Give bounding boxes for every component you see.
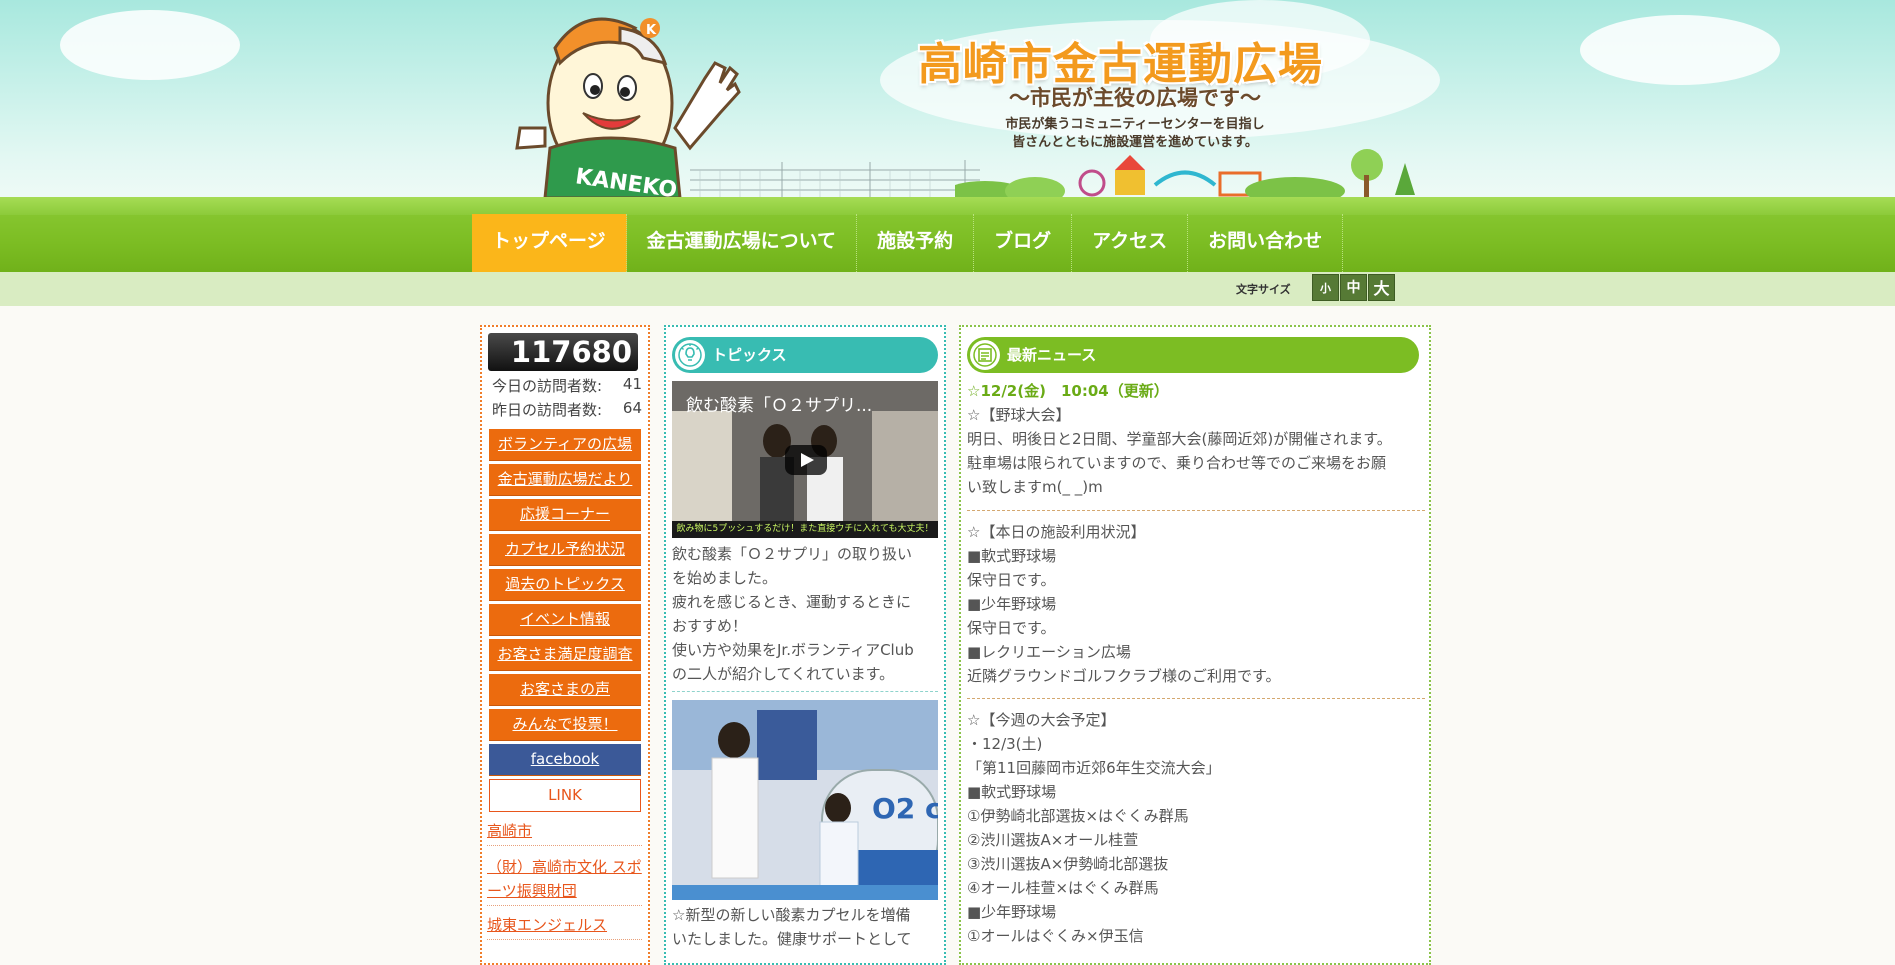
news-line: ①伊勢崎北部選抜×はぐくみ群馬 bbox=[967, 807, 1189, 825]
news-line: 「第11回藤岡市近郊6年生交流大会」 bbox=[967, 759, 1221, 777]
news-line: ☆【本日の施設利用状況】 bbox=[967, 523, 1146, 541]
photo-label: O2 capsule bbox=[872, 792, 938, 825]
topic-line: 飲む酸素「Ｏ２サプリ」の取り扱い bbox=[672, 545, 913, 563]
site-subtitle: 〜市民が主役の広場です〜 bbox=[1009, 86, 1261, 110]
support-corner-button[interactable]: 応援コーナー bbox=[489, 499, 641, 531]
font-size-label: 文字サイズ bbox=[1236, 283, 1291, 296]
news-divider bbox=[967, 698, 1425, 699]
news-line: ②渋川選抜A×オール桂萱 bbox=[967, 831, 1139, 849]
topic-line: 疲れを感じるとき、運動するときに bbox=[672, 593, 911, 611]
news-line: 保守日です。 bbox=[967, 619, 1056, 637]
news-line: ④オール桂萱×はぐくみ群馬 bbox=[967, 879, 1159, 897]
topic-line: おすすめ！ bbox=[672, 617, 748, 635]
news-line: 近隣グラウンドゴルフクラブ様のご利用です。 bbox=[967, 667, 1281, 685]
left-sidebar: 117680 今日の訪問者数: 41 昨日の訪問者数: 64 ボランティアの広場… bbox=[480, 325, 650, 965]
nav-item-about[interactable]: 金古運動広場について bbox=[627, 214, 858, 272]
news-line: ☆【野球大会】 bbox=[967, 406, 1071, 424]
topic-description: 飲む酸素「Ｏ２サプリ」の取り扱い を始めました。 疲れを感じるとき、運動するとき… bbox=[672, 542, 942, 686]
today-visitors: 今日の訪問者数: 41 bbox=[492, 375, 642, 396]
link-joto-angels[interactable]: 城東エンジェルス bbox=[487, 913, 642, 940]
site-header: K KANEKO 高崎市金古運動広場 〜市民が主役の広場です〜 市民が集うコミュ… bbox=[0, 0, 1895, 197]
past-topics-button[interactable]: 過去のトピックス bbox=[489, 569, 641, 601]
news-line: ■軟式野球場 bbox=[967, 783, 1057, 801]
font-size-large-button[interactable]: 大 bbox=[1368, 274, 1395, 301]
site-description-line: 市民が集うコミュニティーセンターを目指し bbox=[1005, 117, 1265, 132]
topic-line: を始めました。 bbox=[672, 569, 778, 587]
volunteer-button[interactable]: ボランティアの広場 bbox=[489, 429, 641, 461]
topic-divider bbox=[672, 691, 938, 692]
capsule-reservation-button[interactable]: カプセル予約状況 bbox=[489, 534, 641, 566]
news-line: ☆【今週の大会予定】 bbox=[967, 711, 1116, 729]
newsletter-button[interactable]: 金古運動広場だより bbox=[489, 464, 641, 496]
nav-item-reservation[interactable]: 施設予約 bbox=[857, 214, 975, 272]
link-takasaki-city[interactable]: 高崎市 bbox=[487, 819, 642, 846]
font-size-small-button[interactable]: 小 bbox=[1312, 274, 1339, 301]
news-heading-bar: 最新ニュース bbox=[967, 337, 1419, 373]
news-line: ■少年野球場 bbox=[967, 903, 1057, 921]
news-divider bbox=[967, 510, 1425, 511]
font-size-bar bbox=[0, 272, 1895, 306]
newspaper-icon bbox=[970, 340, 1000, 370]
fence-illustration bbox=[690, 160, 980, 197]
facility-status: ☆【本日の施設利用状況】 ■軟式野球場 保守日です。 ■少年野球場 保守日です。… bbox=[967, 520, 1427, 688]
park-illustration bbox=[955, 149, 1415, 197]
tournament-schedule: ☆【今週の大会予定】 ・12/3(土) 「第11回藤岡市近郊6年生交流大会」 ■… bbox=[967, 708, 1427, 948]
mascot-cap-letter: K bbox=[646, 23, 657, 38]
link-culture-sports-foundation[interactable]: （財）高崎市文化 スポーツ振興財団 bbox=[487, 855, 642, 906]
news-line: ①オールはぐくみ×伊玉信 bbox=[967, 927, 1144, 945]
topic-line: ☆新型の新しい酸素カプセルを増備 bbox=[672, 906, 911, 924]
main-nav: トップページ 金古運動広場について 施設予約 ブログ アクセス お問い合わせ bbox=[472, 214, 1344, 272]
news-entry: ☆12/2(金) 10:04（更新） ☆【野球大会】 明日、明後日と2日間、学童… bbox=[967, 379, 1427, 499]
link-button[interactable]: LINK bbox=[489, 779, 641, 812]
topic-line: いたしました。健康サポートとして bbox=[672, 930, 912, 948]
today-visitors-value: 41 bbox=[622, 375, 642, 393]
video-title: 飲む酸素「Ｏ２サプリ... bbox=[686, 396, 873, 416]
topic2-description: ☆新型の新しい酸素カプセルを増備 いたしました。健康サポートとして bbox=[672, 903, 942, 951]
today-visitors-label: 今日の訪問者数: bbox=[492, 377, 603, 395]
oxygen-capsule-photo: O2 capsule bbox=[672, 700, 938, 900]
facebook-button[interactable]: facebook bbox=[489, 744, 641, 776]
news-line: 保守日です。 bbox=[967, 571, 1056, 589]
topics-heading: トピックス bbox=[712, 346, 787, 364]
news-line: ・12/3(土) bbox=[967, 735, 1043, 753]
news-date: ☆12/2(金) 10:04（更新） bbox=[967, 382, 1169, 400]
play-icon[interactable] bbox=[785, 445, 827, 475]
nav-band-top bbox=[0, 197, 1895, 215]
nav-item-contact[interactable]: お問い合わせ bbox=[1188, 214, 1344, 272]
topic-line: の二人が紹介してくれています。 bbox=[672, 665, 895, 683]
satisfaction-survey-button[interactable]: お客さま満足度調査 bbox=[489, 639, 641, 671]
visitor-counter: 117680 bbox=[488, 333, 638, 371]
nav-item-access[interactable]: アクセス bbox=[1072, 214, 1189, 272]
news-column: 最新ニュース ☆12/2(金) 10:04（更新） ☆【野球大会】 明日、明後日… bbox=[959, 325, 1431, 965]
customer-voice-button[interactable]: お客さまの声 bbox=[489, 674, 641, 706]
cloud bbox=[1580, 15, 1780, 85]
video-player[interactable]: 飲む酸素「Ｏ２サプリ... 飲み物に5プッシュするだけ！また直接ウチに入れても大… bbox=[672, 381, 938, 538]
photo-image: O2 capsule bbox=[672, 700, 938, 900]
nav-item-top[interactable]: トップページ bbox=[472, 214, 627, 272]
topics-column: トピックス 飲む酸素「Ｏ２サプリ... 飲み物に5プッシュするだけ！また直接ウチ… bbox=[664, 325, 946, 965]
news-line: い致しますm(_ _)m bbox=[967, 478, 1103, 496]
news-heading: 最新ニュース bbox=[1007, 346, 1097, 364]
topic-line: 使い方や効果をJr.ボランティアClub bbox=[672, 641, 914, 659]
vote-button[interactable]: みんなで投票！ bbox=[489, 709, 641, 741]
news-line: ■レクリエーション広場 bbox=[967, 643, 1131, 661]
yesterday-visitors-value: 64 bbox=[622, 399, 642, 417]
nav-item-blog[interactable]: ブログ bbox=[974, 214, 1073, 272]
topics-heading-bar: トピックス bbox=[672, 337, 938, 373]
news-line: 駐車場は限られていますので、乗り合わせ等でのご来場をお願 bbox=[967, 454, 1386, 472]
news-line: 明日、明後日と2日間、学童部大会(藤岡近郊)が開催されます。 bbox=[967, 430, 1392, 448]
news-line: ■少年野球場 bbox=[967, 595, 1057, 613]
yesterday-visitors-label: 昨日の訪問者数: bbox=[492, 401, 603, 419]
news-line: ■軟式野球場 bbox=[967, 547, 1057, 565]
cloud bbox=[60, 10, 240, 80]
yesterday-visitors: 昨日の訪問者数: 64 bbox=[492, 399, 642, 420]
lightbulb-icon bbox=[675, 340, 705, 370]
video-caption: 飲み物に5プッシュするだけ！また直接ウチに入れても大丈夫！ bbox=[672, 521, 938, 538]
event-info-button[interactable]: イベント情報 bbox=[489, 604, 641, 636]
news-line: ③渋川選抜A×伊勢崎北部選抜 bbox=[967, 855, 1169, 873]
font-size-medium-button[interactable]: 中 bbox=[1340, 274, 1367, 301]
